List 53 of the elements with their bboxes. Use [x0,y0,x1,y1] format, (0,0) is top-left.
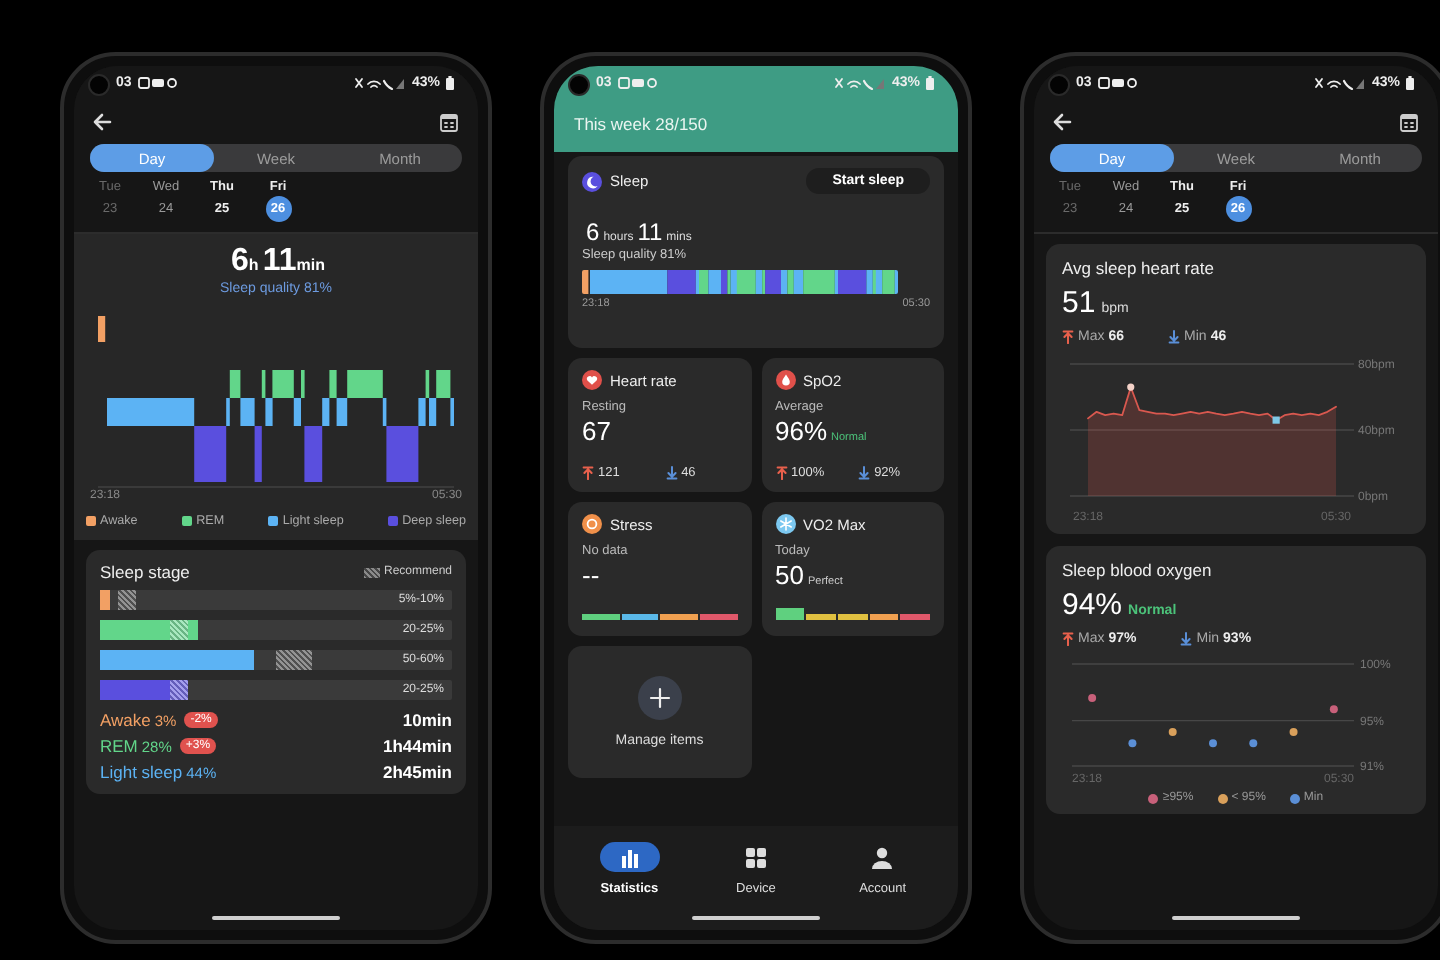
stage-name: Awake [100,710,151,730]
metric-value: 94% [1062,588,1123,622]
plus-icon [637,676,682,720]
sleep-duration: 6h 11min [229,244,325,280]
status-icons-drawing [833,76,886,90]
home-indicator[interactable] [1172,915,1300,920]
arrow-down-icon [858,466,871,480]
back-icon[interactable] [1052,112,1072,132]
stage-name: REM [100,736,138,756]
metric-value: 67 [582,416,611,446]
bar-chart-icon [617,845,642,869]
arrow-down-icon [1168,330,1181,344]
sleep-stage-segment [98,316,106,342]
recommend-swatch [363,567,380,577]
metric-value: 96% [775,416,828,446]
battery-icon [446,76,454,90]
back-icon[interactable] [92,112,112,132]
metric-value: -- [582,560,600,590]
arrow-up-icon [1062,330,1074,344]
card-title: Sleep stage [100,562,192,582]
min-marker [1272,416,1280,424]
status-icons-drawing [1313,76,1366,90]
arrow-up-icon [775,466,787,480]
calendar-icon[interactable] [440,112,458,132]
ring-icon [582,514,602,534]
battery-icon [1406,76,1414,90]
grid-icon [743,845,768,869]
snowflake-icon [775,514,795,534]
arrow-up-icon [1062,632,1074,646]
arrow-down-icon [665,466,678,480]
battery-icon [926,76,934,90]
home-indicator[interactable] [212,915,340,920]
person-icon [870,845,895,869]
drop-icon [775,370,795,390]
metric-value: 50 [775,560,804,590]
status-icons-drawing [353,76,406,90]
home-indicator[interactable] [692,915,820,920]
notification-icons-drawing [617,76,658,90]
notification-icons-drawing [1097,76,1138,90]
arrow-up-icon [582,466,594,480]
arrow-down-icon [1180,632,1193,646]
max-marker [1127,383,1135,391]
calendar-icon[interactable] [1400,112,1418,132]
stage-duration: 1h44min [383,736,452,756]
notification-icons-drawing [137,76,178,90]
stage-duration: 2h45min [383,762,452,782]
stage-duration: 10min [402,710,452,730]
card-title: Avg sleep heart rate [1062,258,1216,278]
card-title: Sleep blood oxygen [1062,560,1214,580]
heart-icon [582,370,602,390]
moon-icon [582,171,602,191]
metric-value: 51 [1062,286,1096,320]
stage-name: Light sleep [100,762,183,782]
